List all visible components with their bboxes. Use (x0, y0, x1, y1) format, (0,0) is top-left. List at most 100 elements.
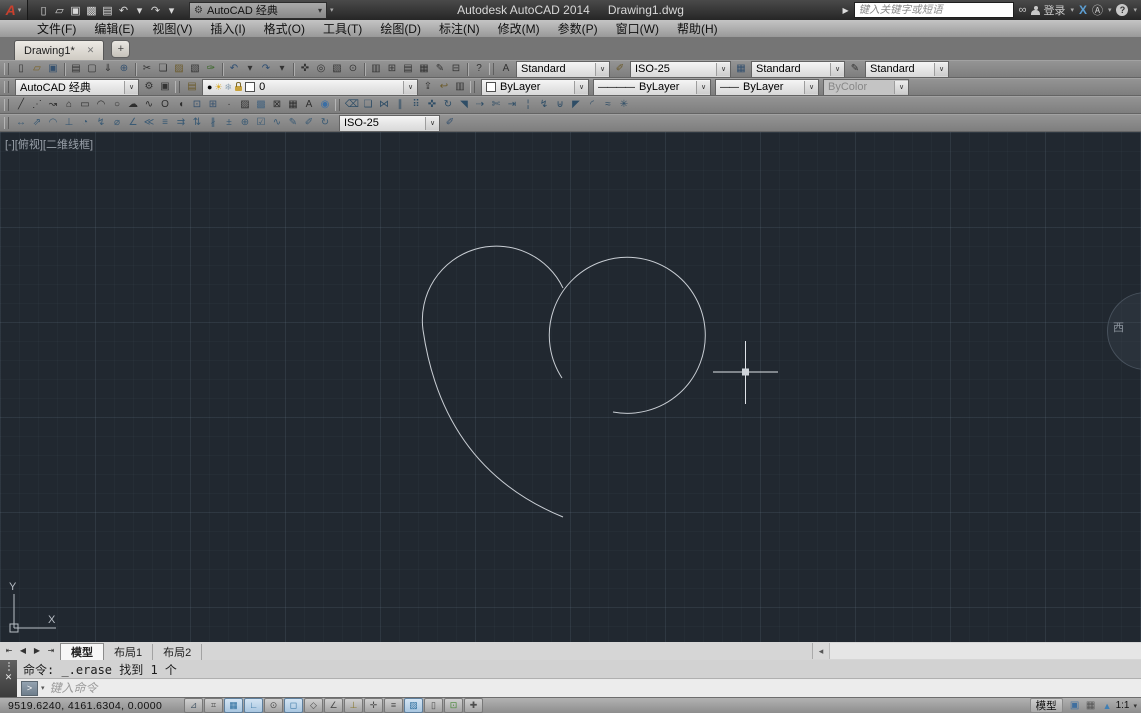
next-tab-icon[interactable]: ▶ (31, 644, 43, 659)
properties-icon[interactable]: ▥ (368, 62, 384, 77)
object-snap-toggle[interactable]: ◻ (284, 698, 303, 713)
open-file-icon[interactable]: ▱ (29, 62, 45, 77)
layer-thaw-icon[interactable]: ☀ (214, 82, 222, 92)
menu-item-10[interactable]: 窗口(W) (607, 20, 668, 37)
dim-style-combo-2-chevron-icon[interactable]: ∨ (425, 116, 439, 130)
dimension-update-icon[interactable]: ↻ (317, 116, 333, 131)
region-icon[interactable]: ⊠ (269, 98, 285, 113)
search-input[interactable] (853, 2, 1014, 18)
annotation-scale-icon[interactable]: ▲ (1103, 701, 1112, 711)
layer-on-icon[interactable]: ● (207, 82, 212, 92)
redo-icon[interactable]: ↷ (258, 62, 274, 77)
ellipse-icon[interactable]: Ο (157, 98, 173, 113)
redo-dropdown-icon[interactable]: ▾ (274, 62, 290, 77)
heart-left-lobe-arc[interactable] (421, 245, 564, 331)
dynamic-ucs-toggle[interactable]: ⊥ (344, 698, 363, 713)
arc-icon[interactable]: ◠ (93, 98, 109, 113)
help-dropdown-icon[interactable]: ▾ (1133, 6, 1137, 14)
object-snap-tracking-toggle[interactable]: ∠ (324, 698, 343, 713)
polar-tracking-toggle[interactable]: ⊙ (264, 698, 283, 713)
toolbar-grip[interactable] (4, 99, 9, 111)
help-icon[interactable]: ? (471, 62, 487, 77)
workspace-switcher[interactable]: ⚙ AutoCAD 经典 ▾ (189, 1, 327, 19)
quick-properties-toggle[interactable]: ▯ (424, 698, 443, 713)
new-file-icon[interactable]: ▯ (36, 2, 51, 18)
autodesk360-icon[interactable]: Ⓐ (1092, 2, 1103, 18)
workspace-switcher-chevron-icon[interactable]: ▾ (318, 6, 322, 15)
dim-style-icon[interactable]: ✐ (612, 62, 628, 77)
ortho-mode-toggle[interactable]: ∟ (244, 698, 263, 713)
undo-dropdown-icon[interactable]: ▾ (132, 2, 147, 18)
drawing-canvas[interactable]: [-][俯视][二维线框] 西 Y X (0, 132, 1141, 642)
menu-item-8[interactable]: 修改(M) (489, 20, 549, 37)
polyline-icon[interactable]: ↝ (45, 98, 61, 113)
inspection-icon[interactable]: ☑ (253, 116, 269, 131)
annotation-scale-value[interactable]: 1:1 (1116, 700, 1130, 711)
toolbar-grip[interactable] (335, 99, 340, 111)
save-workspace-icon[interactable]: ▣ (157, 80, 173, 95)
command-input[interactable] (47, 680, 1141, 696)
search-expander-icon[interactable]: ▶ (842, 6, 848, 15)
paste-special-icon[interactable]: ▧ (187, 62, 203, 77)
last-tab-icon[interactable]: ⇥ (45, 644, 57, 659)
point-icon[interactable]: · (221, 98, 237, 113)
dynamic-input-toggle[interactable]: ✛ (364, 698, 383, 713)
copy-icon[interactable]: ❏ (155, 62, 171, 77)
undo-dropdown-icon[interactable]: ▾ (242, 62, 258, 77)
mirror-icon[interactable]: ⋈ (376, 98, 392, 113)
dimension-style-icon[interactable]: ✐ (442, 116, 458, 131)
mleader-style-chevron-icon[interactable]: ∨ (934, 62, 948, 76)
menu-item-11[interactable]: 帮助(H) (668, 20, 727, 37)
menu-item-0[interactable]: 文件(F) (28, 20, 85, 37)
undo-icon[interactable]: ↶ (116, 2, 131, 18)
selection-cycling-toggle[interactable]: ⊡ (444, 698, 463, 713)
save-icon[interactable]: ▣ (68, 2, 83, 18)
table-style-combo[interactable]: Standard ∨ (751, 60, 845, 78)
construction-line-icon[interactable]: ⋰ (29, 98, 45, 113)
plot-icon[interactable]: ▤ (100, 2, 115, 18)
make-block-icon[interactable]: ⊞ (205, 98, 221, 113)
designcenter-icon[interactable]: ⊞ (384, 62, 400, 77)
3d-object-snap-toggle[interactable]: ◇ (304, 698, 323, 713)
color-combo[interactable]: ByLayer ∨ (481, 78, 589, 96)
workspace-settings-icon[interactable]: ⚙ (141, 80, 157, 95)
menu-item-2[interactable]: 视图(V) (143, 20, 201, 37)
table-style-icon[interactable]: ▦ (733, 62, 749, 77)
text-style-combo[interactable]: Standard ∨ (516, 60, 610, 78)
mleader-style-icon[interactable]: ✎ (847, 62, 863, 77)
toolbar-grip[interactable] (489, 63, 494, 75)
autodesk360-dropdown-icon[interactable]: ▾ (1108, 6, 1112, 14)
table-icon[interactable]: ▦ (285, 98, 301, 113)
tab-close-icon[interactable]: ✕ (87, 45, 95, 56)
menu-item-5[interactable]: 工具(T) (314, 20, 371, 37)
sign-in-button[interactable]: 登录 (1031, 2, 1065, 18)
search-icon[interactable]: ∞ (1019, 4, 1027, 16)
break-point-icon[interactable]: ¦ (520, 98, 536, 113)
snap-mode-toggle[interactable]: ⌗ (204, 698, 223, 713)
lineweight-combo[interactable]: —— ByLayer ∨ (715, 78, 819, 96)
layout-tab-布局1[interactable]: 布局1 (104, 644, 154, 660)
jogged-linear-icon[interactable]: ∿ (269, 116, 285, 131)
linear-dimension-icon[interactable]: ↔ (13, 116, 29, 131)
toolbar-grip[interactable] (470, 81, 475, 93)
layout-tab-布局2[interactable]: 布局2 (153, 644, 203, 660)
close-icon[interactable]: ✕ (5, 673, 13, 682)
application-menu-button[interactable]: A ▾ (0, 0, 28, 20)
menu-item-4[interactable]: 格式(O) (255, 20, 314, 37)
menu-item-9[interactable]: 参数(P) (549, 20, 607, 37)
dimension-space-icon[interactable]: ⇅ (189, 116, 205, 131)
dim-style-combo[interactable]: ISO-25 ∨ (630, 60, 731, 78)
lineweight-toggle[interactable]: ≡ (384, 698, 403, 713)
toolbar-grip[interactable] (4, 117, 9, 129)
blend-icon[interactable]: ≈ (600, 98, 616, 113)
baseline-icon[interactable]: ≡ (157, 116, 173, 131)
make-object-layer-current-icon[interactable]: ⇪ (420, 80, 436, 95)
layer-combo[interactable]: ● ☀ ❄ 0 ∨ (202, 78, 418, 96)
circle-icon[interactable]: ○ (109, 98, 125, 113)
quick-dimension-icon[interactable]: ≪ (141, 116, 157, 131)
undo-icon[interactable]: ↶ (226, 62, 242, 77)
angular-icon[interactable]: ∠ (125, 116, 141, 131)
spline-icon[interactable]: ∿ (141, 98, 157, 113)
toolbar-grip[interactable] (175, 81, 180, 93)
zoom-window-icon[interactable]: ▧ (329, 62, 345, 77)
